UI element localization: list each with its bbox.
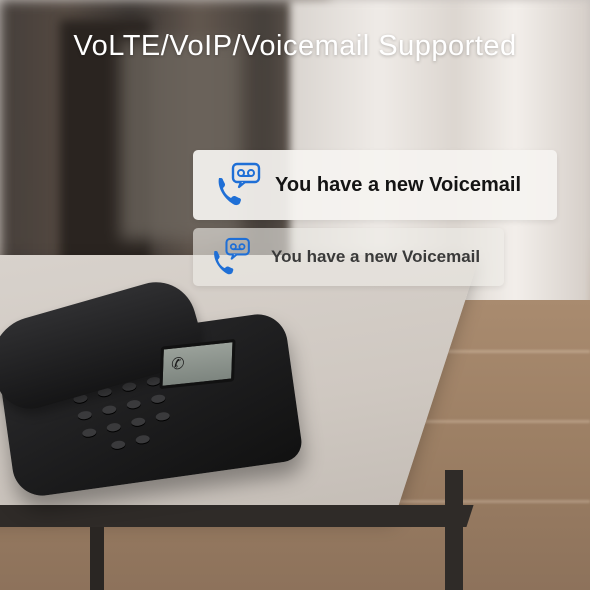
notification-text: You have a new Voicemail — [271, 247, 481, 266]
headline: VoLTE/VoIP/Voicemail Supported — [73, 30, 517, 62]
product-photo: ✆ VoLTE/VoIP/Voicemail Supported You hav… — [0, 0, 590, 590]
voicemail-notification: You have a new Voicemail — [193, 228, 504, 286]
side-table-leg — [90, 527, 104, 590]
voicemail-notification: You have a new Voicemail — [193, 150, 557, 220]
phone-voicemail-icon — [215, 162, 265, 208]
desk-phone-display: ✆ — [159, 338, 236, 390]
side-table-leg — [445, 470, 463, 590]
notification-text: You have a new Voicemail — [275, 173, 522, 196]
side-table-edge — [0, 505, 474, 527]
phone-voicemail-icon — [211, 237, 254, 277]
phone-icon: ✆ — [170, 355, 185, 374]
